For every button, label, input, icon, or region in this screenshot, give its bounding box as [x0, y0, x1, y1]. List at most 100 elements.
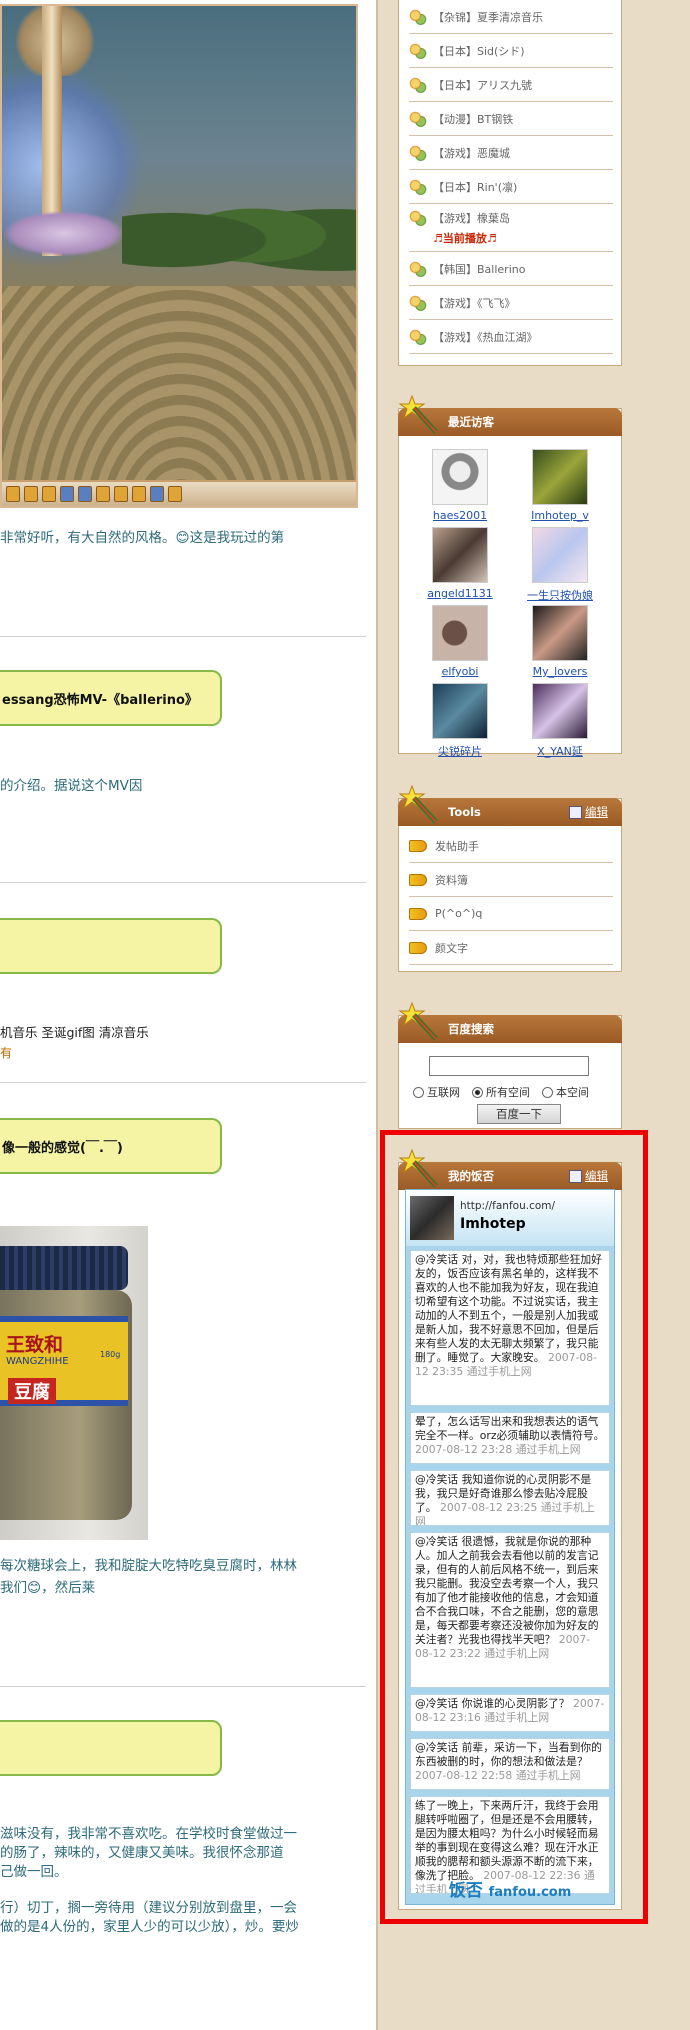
- sidebar: 【杂锦】夏季清凉音乐 【日本】Sid(シド) 【日本】アリス九號 【动漫】BT钢…: [378, 0, 690, 2030]
- scope-option[interactable]: 本空间: [542, 1084, 589, 1100]
- visitor-name[interactable]: X_YAN延: [515, 743, 605, 759]
- avatar[interactable]: [432, 605, 488, 661]
- edit-label: 编辑: [585, 1169, 608, 1183]
- visitor-name[interactable]: elfyobi: [415, 665, 505, 678]
- panel-title: 我的饭否: [448, 1169, 494, 1183]
- avatar[interactable]: [532, 449, 588, 505]
- logo-domain: fanfou.com: [488, 1885, 572, 1900]
- visitor-name[interactable]: 尖锐碎片: [415, 743, 505, 759]
- music-item[interactable]: 【游戏】《热血江湖》: [409, 320, 613, 354]
- post-excerpt: 我们😊，然后莱: [0, 1580, 96, 1596]
- visitor-card[interactable]: elfyobi: [415, 605, 505, 678]
- post-excerpt: 每次糖球会上，我和腚腚大吃特吃臭豆腐时，林林: [0, 1558, 297, 1574]
- post-title[interactable]: [0, 918, 222, 974]
- jar-product: 豆腐: [8, 1378, 56, 1404]
- pointing-hand-icon: [409, 941, 427, 954]
- game-screenshot-image: [0, 4, 358, 508]
- fanfou-logo[interactable]: 饭否 fanfou.com: [406, 1878, 614, 1904]
- music-icon: [409, 42, 427, 59]
- radio-button[interactable]: [542, 1086, 553, 1098]
- tool-item[interactable]: 颜文字: [409, 931, 613, 965]
- music-icon: [409, 294, 427, 311]
- visitor-name[interactable]: haes2001: [415, 509, 505, 522]
- music-item[interactable]: 【游戏】《飞飞》: [409, 286, 613, 320]
- visitor-card[interactable]: Imhotep_v: [515, 449, 605, 522]
- post-excerpt: 非常好听，有大自然的风格。😊这是我玩过的第: [0, 530, 285, 546]
- visitor-card[interactable]: X_YAN延: [515, 683, 605, 759]
- magic-wand-icon: [398, 784, 438, 824]
- visitor-card[interactable]: 尖锐碎片: [415, 683, 505, 759]
- post-excerpt: 己做一回。: [0, 1864, 68, 1880]
- ground-art: [2, 286, 356, 482]
- music-item-label: 【动漫】BT钢铁: [433, 112, 514, 126]
- visitor-name[interactable]: 一生只按伪娘: [515, 587, 605, 603]
- message-meta: 2007-08-12 22:58 通过手机上网: [415, 1769, 581, 1782]
- post-title[interactable]: essang恐怖MV-《ballerino》: [0, 670, 222, 726]
- jar-brand-latin: WANGZHIHE: [6, 1356, 69, 1367]
- music-icon: [409, 144, 427, 161]
- visitor-card[interactable]: 一生只按伪娘: [515, 527, 605, 603]
- tool-item[interactable]: 资料簿: [409, 863, 613, 897]
- tool-item[interactable]: P(^o^)q: [409, 897, 613, 931]
- music-list-panel: 【杂锦】夏季清凉音乐 【日本】Sid(シド) 【日本】アリス九號 【动漫】BT钢…: [398, 0, 622, 366]
- message-meta: 2007-08-12 23:28 通过手机上网: [415, 1443, 581, 1456]
- fanfou-panel: 我的饭否 编辑 http://fanfou.com/ Imhotep @冷笑话 …: [398, 1148, 622, 1910]
- music-item[interactable]: 【日本】Rin'(凛): [409, 170, 613, 204]
- tool-item[interactable]: 发帖助手: [409, 829, 613, 863]
- music-item-label: 【游戏】橡葉岛: [433, 212, 510, 225]
- panel-title: Tools: [448, 805, 481, 819]
- profile-username[interactable]: Imhotep: [460, 1216, 526, 1232]
- avatar[interactable]: [532, 605, 588, 661]
- message-meta: 2007-08-12 23:25 通过手机上网: [415, 1501, 595, 1526]
- avatar[interactable]: [432, 449, 488, 505]
- tool-label: P(^o^)q: [435, 907, 483, 920]
- scope-option[interactable]: 互联网: [413, 1084, 460, 1100]
- search-button[interactable]: 百度一下: [477, 1104, 561, 1124]
- visitor-card[interactable]: My_lovers: [515, 605, 605, 678]
- avatar[interactable]: [410, 1196, 454, 1240]
- post-title[interactable]: [0, 1720, 222, 1776]
- post-title[interactable]: 像一般的感觉(￣.￣): [0, 1118, 222, 1174]
- music-item[interactable]: 【日本】Sid(シド): [409, 34, 613, 68]
- edit-link[interactable]: 编辑: [569, 798, 608, 826]
- music-icon: [409, 210, 427, 226]
- music-item[interactable]: 【动漫】BT钢铁: [409, 102, 613, 136]
- visitor-name[interactable]: My_lovers: [515, 665, 605, 678]
- scope-label: 本空间: [556, 1086, 589, 1099]
- music-item-label: 【韩国】Ballerino: [433, 262, 526, 276]
- avatar[interactable]: [532, 683, 588, 739]
- music-item[interactable]: 【韩国】Ballerino: [409, 252, 613, 286]
- visitor-name[interactable]: Imhotep_v: [515, 509, 605, 522]
- visitor-card[interactable]: angeld1131: [415, 527, 505, 600]
- avatar[interactable]: [432, 683, 488, 739]
- music-item-playing[interactable]: 【游戏】橡葉岛 ♬当前播放♬: [409, 204, 613, 252]
- music-item[interactable]: 【日本】アリス九號: [409, 68, 613, 102]
- visitor-name[interactable]: angeld1131: [415, 587, 505, 600]
- post-excerpt: 滋味没有，我非常不喜欢吃。在学校时食堂做过一: [0, 1826, 297, 1842]
- avatar[interactable]: [532, 527, 588, 583]
- scope-option[interactable]: 所有空间: [472, 1084, 530, 1100]
- message-text: 晕了，怎么话写出来和我想表达的语气完全不一样。orz必须辅助以表情符号。: [415, 1415, 605, 1442]
- edit-link[interactable]: 编辑: [569, 1162, 608, 1190]
- avatar[interactable]: [432, 527, 488, 583]
- status-message: @冷笑话 很遗憾，我就是你说的那种人。加人之前我会去看他以前的发言记录，但有的人…: [410, 1532, 610, 1688]
- post-divider: [0, 636, 366, 637]
- visitor-card[interactable]: haes2001: [415, 449, 505, 522]
- music-item-label: 【日本】Rin'(凛): [433, 180, 518, 194]
- message-text: @冷笑话 你说谁的心灵阴影了？: [415, 1697, 570, 1710]
- music-icon: [409, 76, 427, 93]
- profile-url[interactable]: http://fanfou.com/: [460, 1200, 555, 1212]
- search-input[interactable]: [429, 1056, 589, 1076]
- radio-button-selected[interactable]: [472, 1086, 483, 1098]
- music-item[interactable]: 【游戏】恶魔城: [409, 136, 613, 170]
- radio-button[interactable]: [413, 1086, 424, 1098]
- pointing-hand-icon: [409, 839, 427, 852]
- magic-wand-icon: [398, 1148, 438, 1188]
- panel-title: 百度搜索: [448, 1022, 494, 1036]
- post-tags-more[interactable]: 有: [0, 1044, 12, 1061]
- lotus-art: [4, 211, 124, 256]
- post-tags[interactable]: 机音乐 圣诞gif图 清凉音乐: [0, 1022, 149, 1041]
- post-excerpt: 行）切丁，搁一旁待用（建议分别放到盘里，一会: [0, 1900, 297, 1916]
- music-item[interactable]: 【杂锦】夏季清凉音乐: [409, 0, 613, 34]
- music-item-label: 【游戏】《热血江湖》: [433, 330, 538, 344]
